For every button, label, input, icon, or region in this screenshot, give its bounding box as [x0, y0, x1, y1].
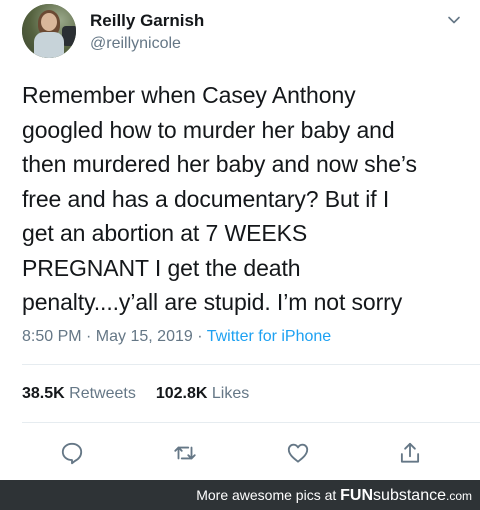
chevron-down-icon[interactable]: [446, 12, 462, 28]
footer-brand-rest: substance: [373, 487, 446, 504]
tweet-text-line: Remember when Casey Anthony: [22, 82, 356, 108]
footer-text[interactable]: More awesome pics at FUNsubstance.com: [196, 487, 472, 505]
retweets-label: Retweets: [69, 385, 136, 402]
tweet-timestamp[interactable]: 8:50 PM · May 15, 2019 ·: [22, 328, 207, 345]
retweet-icon[interactable]: [172, 440, 198, 466]
likes-count: 102.8K: [155, 385, 208, 402]
tweet-text-line: PREGNANT I get the death: [22, 254, 301, 281]
like-icon[interactable]: [285, 440, 311, 466]
likes-label: Likes: [211, 385, 250, 402]
footer-prefix: More awesome pics at: [196, 487, 341, 503]
tweet-text-line: then murdered her baby and now she’s: [22, 151, 417, 177]
tweet-source-link[interactable]: Twitter for iPhone: [207, 328, 332, 345]
user-name[interactable]: Reilly Garnish: [90, 11, 204, 31]
tweet-actions: [0, 440, 480, 470]
divider: [22, 364, 480, 365]
reply-icon[interactable]: [59, 440, 85, 466]
retweets-stat[interactable]: 38.5K Retweets: [22, 385, 136, 402]
tweet-stats: 38.5K Retweets 102.8K Likes: [22, 385, 249, 403]
footer-brand-bold: FUN: [340, 487, 374, 504]
user-handle[interactable]: @reillynicole: [90, 35, 181, 53]
tweet-text-line: penalty....y’all are stupid. I’m not sor…: [22, 289, 403, 315]
avatar-face: [41, 13, 57, 31]
likes-stat[interactable]: 102.8K Likes: [156, 385, 249, 402]
tweet-text-line: googled how to murder her baby and: [22, 116, 395, 143]
avatar-car: [62, 26, 76, 46]
tweet-text-line: get an abortion at 7 WEEKS: [22, 220, 308, 246]
footer-brand: FUNsubstance.com: [340, 487, 472, 504]
tweet-card: Reilly Garnish @reillynicole Remember wh…: [0, 0, 480, 480]
avatar[interactable]: [22, 4, 76, 58]
tweet-meta: 8:50 PM · May 15, 2019 · Twitter for iPh…: [22, 328, 331, 346]
tweet-header: Reilly Garnish @reillynicole: [22, 4, 462, 58]
retweets-count: 38.5K: [22, 385, 65, 402]
tweet-text: Remember when Casey Anthony googled how …: [22, 78, 468, 320]
share-icon[interactable]: [397, 440, 423, 466]
footer-brand-tld: .com: [445, 489, 472, 503]
watermark-footer: More awesome pics at FUNsubstance.com: [0, 480, 480, 510]
tweet-text-line: free and has a documentary? But if I: [22, 185, 390, 212]
divider: [22, 422, 480, 423]
avatar-body: [34, 32, 64, 58]
